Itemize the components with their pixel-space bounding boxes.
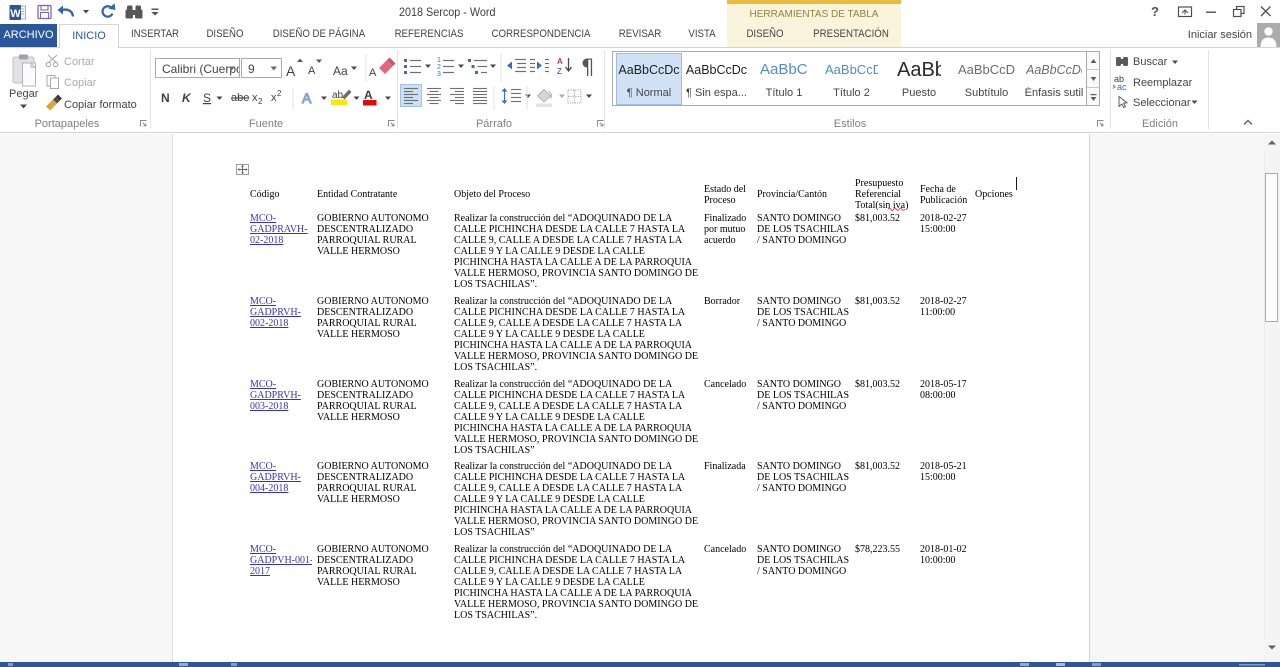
svg-text:A: A — [364, 88, 373, 102]
svg-text:abe: abe — [231, 92, 249, 104]
svg-text:A: A — [286, 63, 296, 79]
svg-text:2: 2 — [277, 89, 282, 98]
svg-text:Z: Z — [557, 67, 562, 76]
svg-text:?: ? — [1151, 4, 1159, 19]
svg-text:W: W — [10, 8, 21, 20]
svg-text:A: A — [302, 90, 312, 106]
svg-text:S: S — [203, 91, 211, 105]
svg-text:3: 3 — [437, 71, 441, 78]
svg-text:A: A — [369, 67, 377, 79]
svg-text:1: 1 — [437, 57, 441, 64]
svg-text:Aa: Aa — [333, 64, 348, 78]
svg-text:2: 2 — [258, 97, 263, 106]
svg-text:A: A — [308, 65, 316, 77]
svg-text:K: K — [182, 91, 192, 105]
svg-text:ab: ab — [332, 90, 344, 101]
svg-text:ac: ac — [1117, 82, 1127, 92]
svg-text:2: 2 — [437, 64, 441, 71]
svg-text:A: A — [557, 57, 563, 66]
svg-text:N: N — [161, 91, 170, 105]
